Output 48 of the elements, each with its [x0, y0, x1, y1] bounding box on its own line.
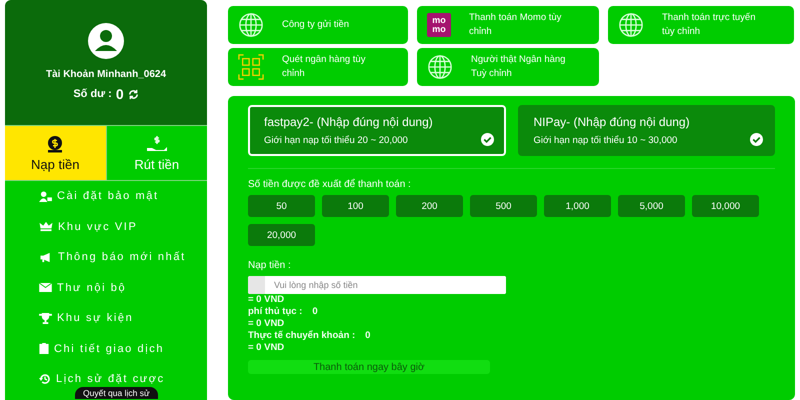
converted-amount: = 0 VND	[248, 318, 284, 330]
trophy-icon	[39, 312, 52, 324]
amount-button[interactable]: 50	[248, 195, 315, 217]
suggest-label: Số tiền được đề xuất để thanh toán :	[248, 179, 411, 190]
momo-logo: mo mo	[427, 13, 451, 37]
globe-icon	[238, 12, 264, 38]
pay-now-button[interactable]: Thanh toán ngay bây giờ	[248, 360, 490, 374]
fee-label: phí thủ tục :	[248, 306, 302, 318]
envelope-icon	[39, 283, 52, 292]
check-icon	[750, 133, 763, 146]
balance-label: Số dư :	[73, 88, 112, 100]
channel-limit: Giới hạn nạp tối thiểu 10 ~ 30,000	[534, 135, 678, 146]
history-icon	[39, 373, 51, 386]
actual-transfer-label: Thực tế chuyển khoản :	[248, 330, 356, 342]
channel-limit: Giới hạn nạp tối thiểu 20 ~ 20,000	[264, 135, 408, 146]
tooltip: Quyết qua lịch sử	[75, 387, 158, 399]
qr-scan-icon	[238, 54, 264, 80]
hand-money-icon	[146, 134, 168, 152]
channel-name: NIPay- (Nhập đúng nội dung)	[534, 115, 691, 129]
coin-icon	[46, 134, 64, 152]
fee-value: 0	[312, 306, 318, 318]
amount-input[interactable]: Vui lòng nhập số tiền	[248, 276, 506, 294]
converted-amount: = 0 VND	[248, 342, 284, 354]
globe-icon	[427, 54, 453, 80]
amount-button[interactable]: 500	[470, 195, 537, 217]
payment-method-tile[interactable]: mo mo Thanh toán Momo tùy chỉnh	[417, 6, 599, 44]
account-name: Tài Khoản Minhanh_0624	[46, 69, 166, 80]
clipboard-icon	[39, 343, 49, 354]
amount-button[interactable]: 5,000	[618, 195, 685, 217]
user-lock-icon	[39, 190, 52, 202]
amount-button[interactable]: 10,000	[692, 195, 759, 217]
balance-value: 0	[116, 86, 124, 102]
payment-channel-card[interactable]: fastpay2- (Nhập đúng nội dung) Giới hạn nạp tối thiểu 20 ~ 20,000	[248, 105, 506, 156]
channel-name: fastpay2- (Nhập đúng nội dung)	[264, 115, 434, 129]
refresh-icon[interactable]	[128, 88, 139, 100]
amount-button[interactable]: 100	[322, 195, 389, 217]
deposit-label: Nạp tiền :	[248, 260, 291, 271]
user-avatar-icon	[88, 23, 124, 59]
payment-channel-card[interactable]: NIPay- (Nhập đúng nội dung) Giới hạn nạp tối thiểu 10 ~ 30,000	[518, 105, 775, 156]
actual-transfer-value: 0	[365, 330, 370, 342]
check-icon	[480, 133, 494, 146]
amount-button[interactable]: 1,000	[544, 195, 611, 217]
amount-button[interactable]: 200	[396, 195, 463, 217]
converted-amount: = 0 VND	[248, 294, 284, 306]
globe-icon	[618, 12, 644, 38]
crown-icon	[39, 221, 53, 232]
account-tab[interactable]: Nạp tiền	[5, 126, 106, 180]
amount-button[interactable]: 20,000	[248, 224, 315, 246]
